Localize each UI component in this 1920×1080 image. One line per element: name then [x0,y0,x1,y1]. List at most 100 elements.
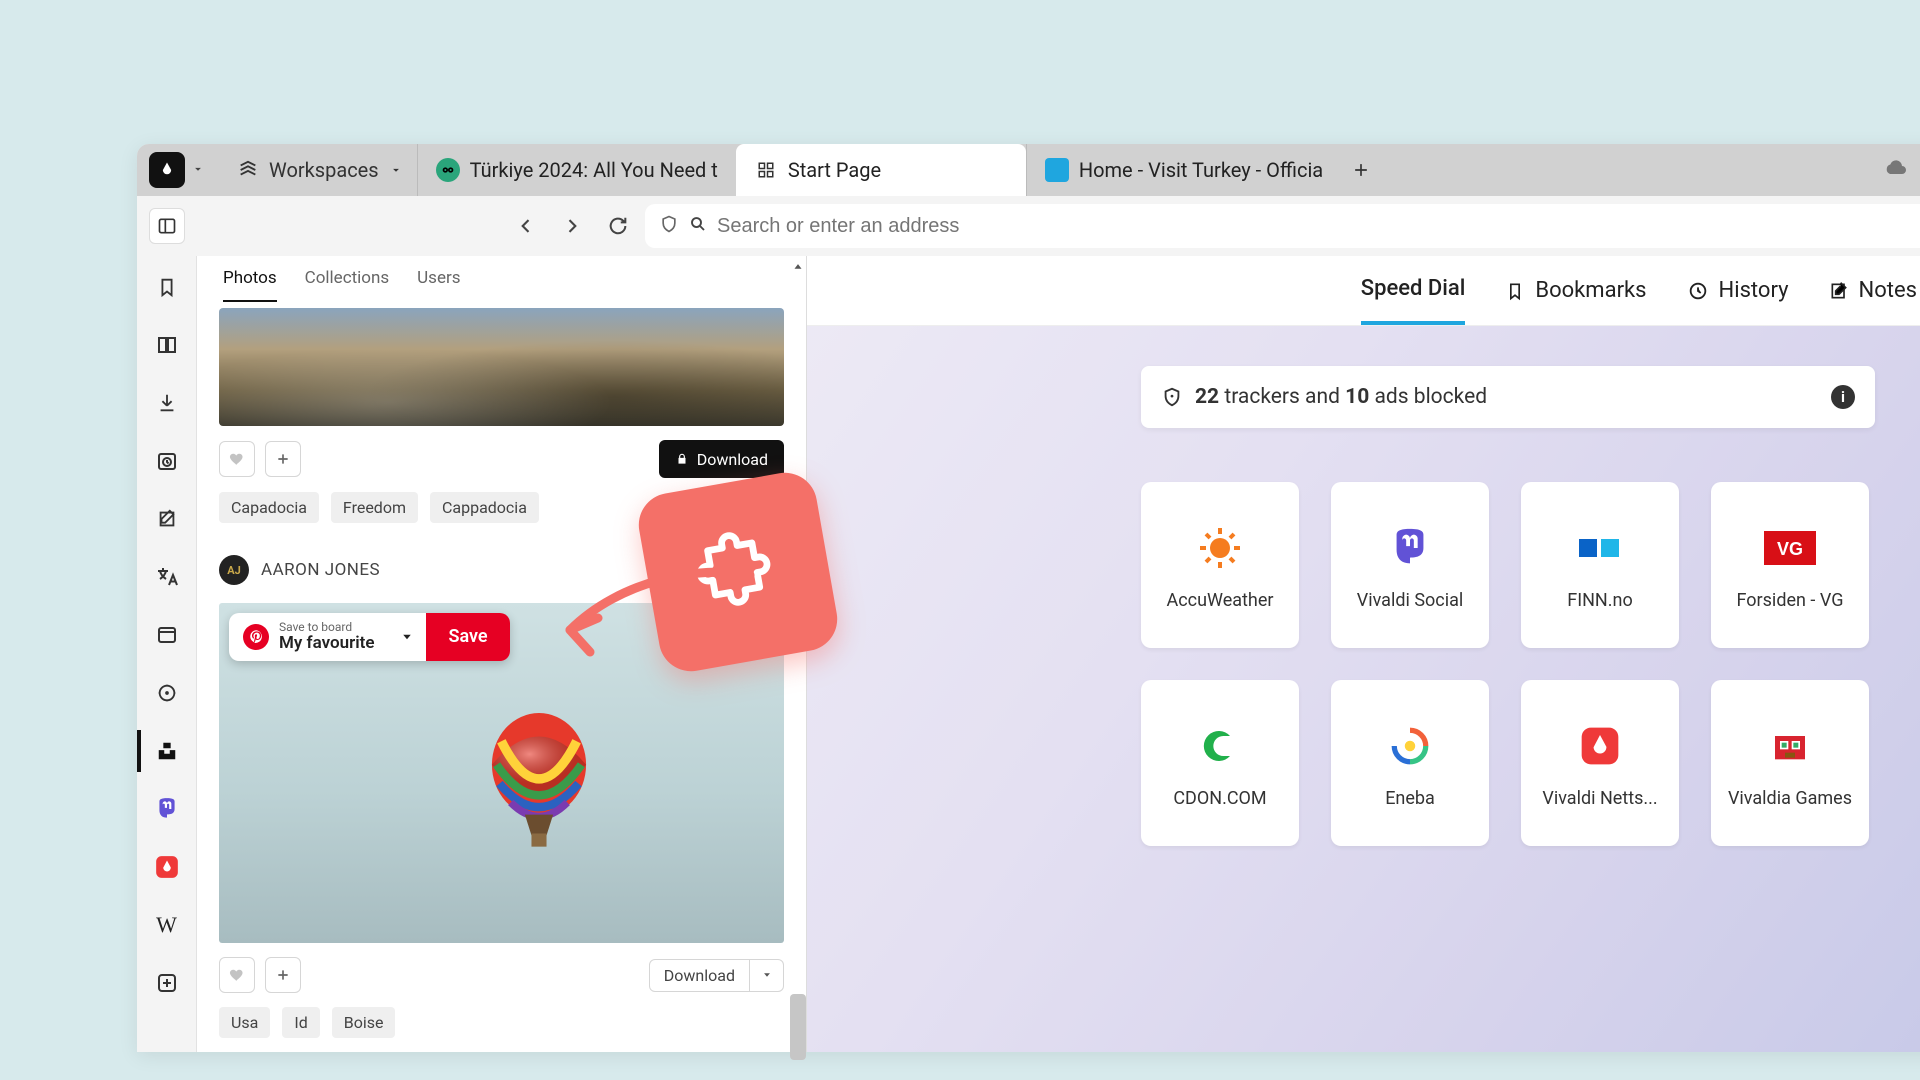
dial-cdon[interactable]: CDON.COM [1141,680,1299,846]
tab-turkiye[interactable]: Türkiye 2024: All You Need t [417,144,736,196]
bookmark-icon [1505,281,1525,301]
content: W Photos Collections Users Download Cap [137,256,1920,1052]
forward-button[interactable] [561,215,583,237]
tab-label: Türkiye 2024: All You Need t [470,158,718,182]
address-bar[interactable] [645,204,1920,248]
panel-toggle-button[interactable] [149,208,185,244]
tab-label: Home - Visit Turkey - Officia [1079,158,1323,182]
tags-row: Usa Id Boise [197,1007,806,1052]
balloon-illustration [479,713,599,873]
workspaces-label: Workspaces [269,158,379,182]
dial-eneba[interactable]: Eneba [1331,680,1489,846]
tag[interactable]: Id [282,1007,319,1038]
grid-icon [754,158,778,182]
reading-list-icon[interactable] [150,328,184,362]
photo-cappadocia[interactable] [219,308,784,426]
pinterest-icon [243,624,269,650]
mastodon-panel-icon[interactable] [150,792,184,826]
shield-icon[interactable] [659,214,679,239]
add-button[interactable] [265,441,301,477]
translate-panel-icon[interactable] [150,560,184,594]
history-icon [1687,280,1709,302]
download-label: Download [697,450,768,469]
vivaldi-panel-icon[interactable] [150,850,184,884]
browser-window: Workspaces Türkiye 2024: All You Need t … [137,144,1920,1052]
tag[interactable]: Freedom [331,492,418,523]
vivaldi-logo-icon [157,160,177,180]
dial-finn[interactable]: FINN.no [1521,482,1679,648]
add-panel-icon[interactable] [150,966,184,1000]
tab-bookmarks[interactable]: Bookmarks [1505,256,1646,325]
download-menu-button[interactable] [750,959,784,992]
workspaces-button[interactable]: Workspaces [223,158,417,182]
window-panel-icon[interactable] [150,618,184,652]
tab-bar: Workspaces Türkiye 2024: All You Need t … [137,144,1920,196]
like-button[interactable] [219,957,255,993]
sun-icon [1192,520,1248,576]
site-favicon [1045,158,1069,182]
shield-icon [1161,386,1183,408]
workspaces-icon [237,159,259,181]
dial-vg[interactable]: VG Forsiden - VG [1711,482,1869,648]
vivaldi-menu-button[interactable] [149,152,185,188]
downloads-panel-icon[interactable] [150,386,184,420]
sync-icon[interactable] [1883,156,1907,184]
dial-vivaldi-nett[interactable]: Vivaldi Netts... [1521,680,1679,846]
notes-icon [1829,281,1849,301]
download-button[interactable]: Download [659,440,784,478]
vivaldi-icon [1572,718,1628,774]
scroll-up-button[interactable] [787,256,809,278]
new-tab-button[interactable] [1341,160,1381,180]
wikipedia-panel-icon[interactable]: W [150,908,184,942]
arrow-annotation [540,560,760,670]
cdon-icon [1192,718,1248,774]
dial-accuweather[interactable]: AccuWeather [1141,482,1299,648]
tab-collections[interactable]: Collections [305,268,390,302]
unsplash-panel-icon[interactable] [150,734,184,768]
eneba-icon [1382,718,1438,774]
game-icon [1762,718,1818,774]
download-button[interactable]: Download [649,959,750,992]
notes-panel-icon[interactable] [150,502,184,536]
tracker-blocked-bar[interactable]: 22 trackers and 10 ads blocked i [1141,366,1875,428]
tab-start-page[interactable]: Start Page [736,144,1026,196]
add-button[interactable] [265,957,301,993]
tab-history[interactable]: History [1687,256,1789,325]
chevron-down-icon[interactable] [191,161,205,180]
panel-rail: W [137,256,197,1052]
scrollbar-thumb[interactable] [790,994,806,1060]
dial-vivaldi-social[interactable]: Vivaldi Social [1331,482,1489,648]
toolbar [137,196,1920,256]
lock-icon [675,452,689,466]
like-button[interactable] [219,441,255,477]
svg-text:VG: VG [1777,539,1803,559]
history-panel-icon[interactable] [150,444,184,478]
finn-icon [1572,520,1628,576]
tab-users[interactable]: Users [417,268,460,302]
tab-notes[interactable]: Notes [1829,256,1917,325]
tag[interactable]: Capadocia [219,492,319,523]
pin-save-button[interactable]: Save [426,613,509,661]
start-page: Speed Dial Bookmarks History Notes 22 tr… [807,256,1920,1052]
tab-photos[interactable]: Photos [223,268,277,302]
tag[interactable]: Boise [332,1007,396,1038]
reload-button[interactable] [607,215,629,237]
pin-board-name: My favourite [279,634,374,653]
bookmarks-panel-icon[interactable] [150,270,184,304]
pin-board-dropdown[interactable] [388,613,426,661]
tab-speed-dial[interactable]: Speed Dial [1361,256,1466,325]
tag[interactable]: Cappadocia [430,492,539,523]
chevron-down-icon [389,163,403,177]
tab-visit-turkey[interactable]: Home - Visit Turkey - Officia [1026,144,1341,196]
tripadvisor-icon [436,158,460,182]
tab-label: Start Page [788,158,881,182]
speed-dial-grid: AccuWeather Vivaldi Social FINN.no VG Fo… [1141,482,1869,846]
info-icon[interactable]: i [1831,385,1855,409]
author-name: AARON JONES [261,560,380,580]
dial-vivaldia-games[interactable]: Vivaldia Games [1711,680,1869,846]
avatar: AJ [219,555,249,585]
address-input[interactable] [717,215,1920,238]
back-button[interactable] [515,215,537,237]
tag[interactable]: Usa [219,1007,270,1038]
feeds-panel-icon[interactable] [150,676,184,710]
